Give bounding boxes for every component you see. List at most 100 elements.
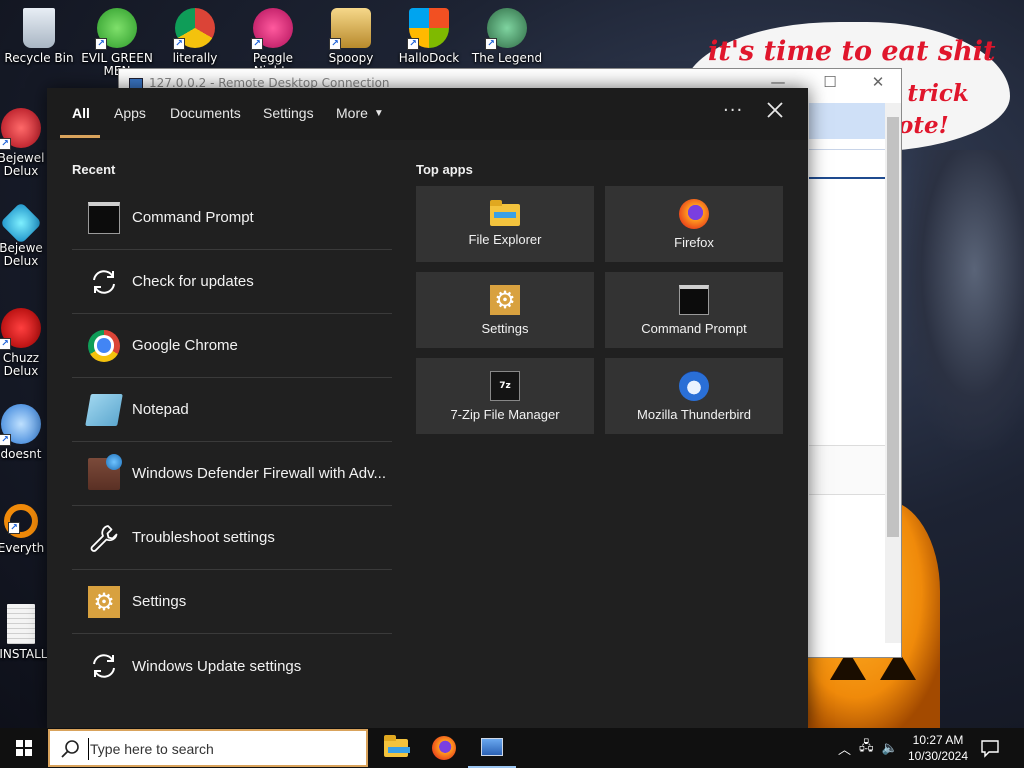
- top-app-thunderbird[interactable]: Mozilla Thunderbird: [605, 358, 783, 434]
- top-app-file-explorer[interactable]: File Explorer: [416, 186, 594, 262]
- notepad-icon: [85, 393, 123, 426]
- desktop-icon-label: HalloDock: [398, 51, 460, 65]
- recent-item-troubleshoot-settings[interactable]: Troubleshoot settings: [72, 506, 392, 570]
- spoopy-icon: ↗: [329, 8, 371, 50]
- top-app-label: Firefox: [674, 235, 714, 250]
- desktop-icon-label: Recycle Bin: [4, 51, 74, 65]
- more-options-button[interactable]: ···: [723, 100, 743, 121]
- chrome-icon: ↗: [173, 8, 215, 50]
- recent-item-settings[interactable]: ⚙ Settings: [72, 570, 392, 634]
- folder-icon: [490, 200, 520, 226]
- tab-settings[interactable]: Settings: [263, 105, 314, 121]
- firefox-icon: [679, 199, 709, 229]
- wallpaper-moon: [900, 150, 1024, 450]
- tab-more[interactable]: More ▼: [336, 105, 384, 121]
- tab-more-label: More: [336, 105, 368, 121]
- desktop-icon-label: Chuzz Delux: [2, 351, 40, 378]
- search-input[interactable]: [88, 738, 358, 760]
- top-app-label: Settings: [481, 321, 529, 336]
- recent-item-check-for-updates[interactable]: Check for updates: [72, 250, 392, 314]
- desktop-icon-evil-green-men[interactable]: ↗ EVIL GREEN MEN: [80, 2, 154, 78]
- desktop-icon-label: Bejewel Delux: [0, 151, 45, 178]
- scrollbar-thumb[interactable]: [887, 117, 899, 537]
- rdp-app-icon: [129, 77, 143, 89]
- tab-apps[interactable]: Apps: [114, 105, 146, 121]
- gem-icon: ↗: [0, 108, 41, 150]
- chuzzle-icon: ↗: [0, 308, 41, 350]
- top-app-firefox[interactable]: Firefox: [605, 186, 783, 262]
- active-tab-indicator: [60, 135, 100, 138]
- 7zip-icon: 7z: [490, 371, 520, 401]
- desktop-icon-label: doesnt: [0, 447, 42, 461]
- desktop-icon-peggle-nights[interactable]: ↗ Peggle Nights: [236, 2, 310, 78]
- taskbar-file-explorer[interactable]: [372, 728, 420, 768]
- desktop-icon-label: Everyth: [0, 541, 45, 555]
- close-icon: [767, 102, 783, 118]
- taskbar-search-box[interactable]: [48, 729, 368, 767]
- clock-date: 10/30/2024: [907, 749, 969, 763]
- tab-all[interactable]: All: [72, 105, 90, 121]
- notification-center-button[interactable]: [980, 738, 1000, 758]
- top-app-settings[interactable]: ⚙ Settings: [416, 272, 594, 348]
- taskbar-clock[interactable]: 10:27 AM 10/30/2024: [898, 732, 978, 764]
- recent-item-label: Command Prompt: [132, 209, 254, 226]
- recycle-bin-icon: [23, 8, 55, 48]
- shortcut-arrow-icon: ↗: [329, 38, 341, 50]
- recent-item-label: Google Chrome: [132, 337, 238, 354]
- top-app-label: File Explorer: [468, 232, 542, 247]
- remote-content-row: [809, 445, 885, 495]
- shortcut-arrow-icon: ↗: [95, 38, 107, 50]
- remote-selection-highlight: [809, 103, 885, 139]
- command-prompt-icon: [679, 285, 709, 315]
- recent-item-command-prompt[interactable]: Command Prompt: [72, 186, 392, 250]
- caret-down-icon: ▼: [373, 108, 384, 119]
- tab-documents[interactable]: Documents: [170, 105, 241, 121]
- peggle-icon: ↗: [251, 8, 293, 50]
- shortcut-arrow-icon: ↗: [0, 434, 11, 446]
- desktop-icon-the-legend[interactable]: ↗ The Legend: [470, 2, 544, 65]
- settings-gear-icon: ⚙: [490, 285, 520, 315]
- speech-text: ote!: [898, 112, 949, 139]
- shortcut-arrow-icon: ↗: [485, 38, 497, 50]
- show-hidden-icons-button[interactable]: ︿: [838, 739, 851, 758]
- network-icon[interactable]: 🖧: [859, 737, 874, 759]
- recent-item-label: Check for updates: [132, 273, 254, 290]
- top-app-label: 7-Zip File Manager: [450, 407, 560, 422]
- remote-desktop-icon: [481, 738, 503, 756]
- taskbar-firefox[interactable]: [420, 728, 468, 768]
- start-button[interactable]: [0, 728, 48, 768]
- search-menu-header: All Apps Documents Settings More ▼ ···: [47, 88, 808, 140]
- clock-time: 10:27 AM: [912, 733, 964, 747]
- recent-item-google-chrome[interactable]: Google Chrome: [72, 314, 392, 378]
- shortcut-arrow-icon: ↗: [0, 338, 11, 350]
- firefox-icon: [432, 736, 456, 760]
- desktop-icon-literally[interactable]: ↗ literally: [158, 2, 232, 65]
- thunderbird-icon: ↗: [0, 404, 41, 446]
- settings-gear-icon: ⚙: [88, 585, 120, 618]
- volume-icon[interactable]: 🔈: [882, 741, 898, 756]
- top-app-7zip[interactable]: 7z 7-Zip File Manager: [416, 358, 594, 434]
- shortcut-arrow-icon: ↗: [407, 38, 419, 50]
- recent-item-notepad[interactable]: Notepad: [72, 378, 392, 442]
- top-app-command-prompt[interactable]: Command Prompt: [605, 272, 783, 348]
- search-menu: All Apps Documents Settings More ▼ ··· Re…: [47, 88, 808, 728]
- legend-icon: ↗: [485, 8, 527, 50]
- desktop-icon-hallodock[interactable]: ↗ HalloDock: [392, 2, 466, 65]
- shortcut-arrow-icon: ↗: [173, 38, 185, 50]
- desktop-icon-label: !INSTALL: [0, 647, 48, 661]
- firewall-icon: [88, 453, 122, 490]
- recent-item-firewall[interactable]: Windows Defender Firewall with Adv...: [72, 442, 392, 506]
- taskbar-remote-desktop[interactable]: [468, 728, 516, 768]
- desktop-icon-spoopy[interactable]: ↗ Spoopy: [314, 2, 388, 65]
- recent-list: Command Prompt Check for updates Google …: [72, 186, 392, 698]
- maximize-button[interactable]: ☐: [807, 73, 853, 91]
- vertical-scrollbar[interactable]: [885, 103, 901, 643]
- top-app-label: Mozilla Thunderbird: [637, 407, 751, 422]
- recent-item-windows-update-settings[interactable]: Windows Update settings: [72, 634, 392, 698]
- close-menu-button[interactable]: [763, 98, 787, 122]
- close-window-button[interactable]: ✕: [855, 73, 901, 91]
- green-men-icon: ↗: [95, 8, 137, 50]
- recent-item-label: Notepad: [132, 401, 189, 418]
- notification-icon: [981, 740, 999, 758]
- desktop-icon-recycle-bin[interactable]: Recycle Bin: [2, 2, 76, 65]
